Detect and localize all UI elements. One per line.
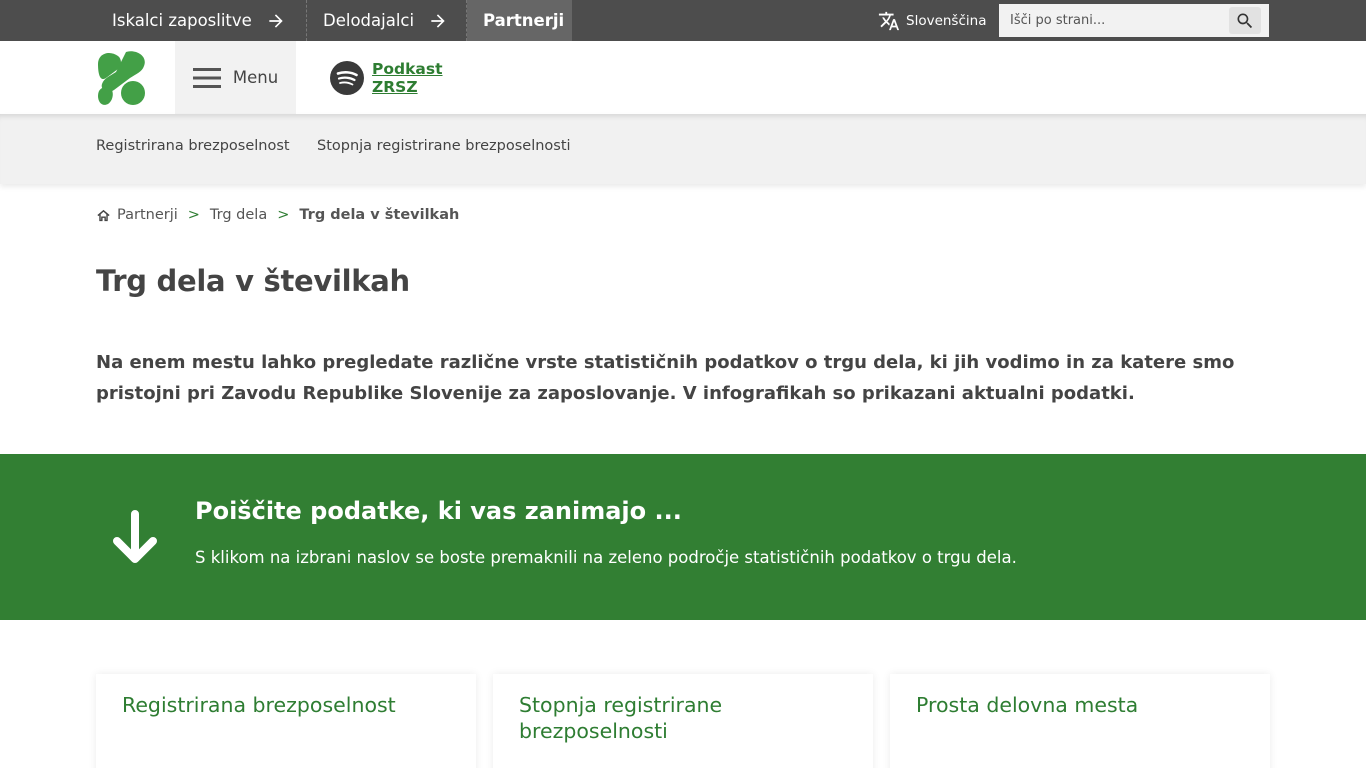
card-registered-unemployment[interactable]: Registrirana brezposelnost [96,674,476,768]
card-unemployment-rate[interactable]: Stopnja registrirane brezposelnosti [493,674,873,768]
nav-employers-label: Delodajalci [323,11,415,30]
breadcrumb: Partnerji > Trg dela > Trg dela v števil… [96,205,459,225]
translate-icon [878,11,900,30]
hamburger-icon [192,67,221,88]
page-title: Trg dela v številkah [96,264,410,298]
card-title: Registrirana brezposelnost [122,693,396,717]
nav-job-seekers-label: Iskalci zaposlitve [112,11,252,30]
breadcrumb-labour-market[interactable]: Trg dela [210,207,267,223]
nav-employers[interactable]: Delodajalci [307,0,467,41]
subnav-registered-unemployment[interactable]: Registrirana brezposelnost [96,138,290,154]
search-box [999,4,1269,37]
menu-button[interactable]: Menu [175,41,296,114]
audience-nav: Iskalci zaposlitve Delodajalci Partnerji [96,0,572,41]
banner-title: Poiščite podatke, ki vas zanimajo ... [195,497,682,525]
search-button[interactable] [1229,7,1261,34]
card-title: Stopnja registrirane brezposelnosti [519,693,723,743]
search-input[interactable] [999,4,1219,37]
breadcrumb-separator: > [277,207,290,223]
card-job-vacancies[interactable]: Prosta delovna mesta [890,674,1270,768]
subnav-unemployment-rate[interactable]: Stopnja registrirane brezposelnosti [317,138,571,154]
sub-navigation: Registrirana brezposelnost Stopnja regis… [0,114,1366,184]
breadcrumb-current: Trg dela v številkah [299,207,460,223]
language-label: Slovenščina [906,12,987,29]
zrsz-logo[interactable] [96,50,148,106]
podcast-label: Podkast ZRSZ [372,60,443,96]
arrow-right-icon [431,13,445,28]
intro-text: Na enem mestu lahko pregledate različne … [96,352,1235,404]
card-title: Prosta delovna mesta [916,693,1139,717]
site-header: Menu Podkast ZRSZ [0,41,1366,114]
nav-job-seekers[interactable]: Iskalci zaposlitve [96,0,307,41]
language-selector[interactable]: Slovenščina [878,0,986,41]
banner-text: S klikom na izbrani naslov se boste prem… [195,548,1017,567]
home-icon [97,209,110,221]
spotify-icon [330,61,364,95]
find-data-banner [0,454,1366,620]
search-icon [1237,13,1253,28]
arrow-down-icon [113,510,157,563]
podcast-link[interactable]: Podkast ZRSZ [330,60,452,96]
top-bar: Iskalci zaposlitve Delodajalci Partnerji… [0,0,1366,41]
nav-partners-label: Partnerji [483,11,565,30]
nav-partners[interactable]: Partnerji [467,0,572,41]
breadcrumb-partners[interactable]: Partnerji [117,207,178,223]
menu-label: Menu [232,68,279,87]
breadcrumb-separator: > [187,207,200,223]
arrow-right-icon [269,13,283,28]
